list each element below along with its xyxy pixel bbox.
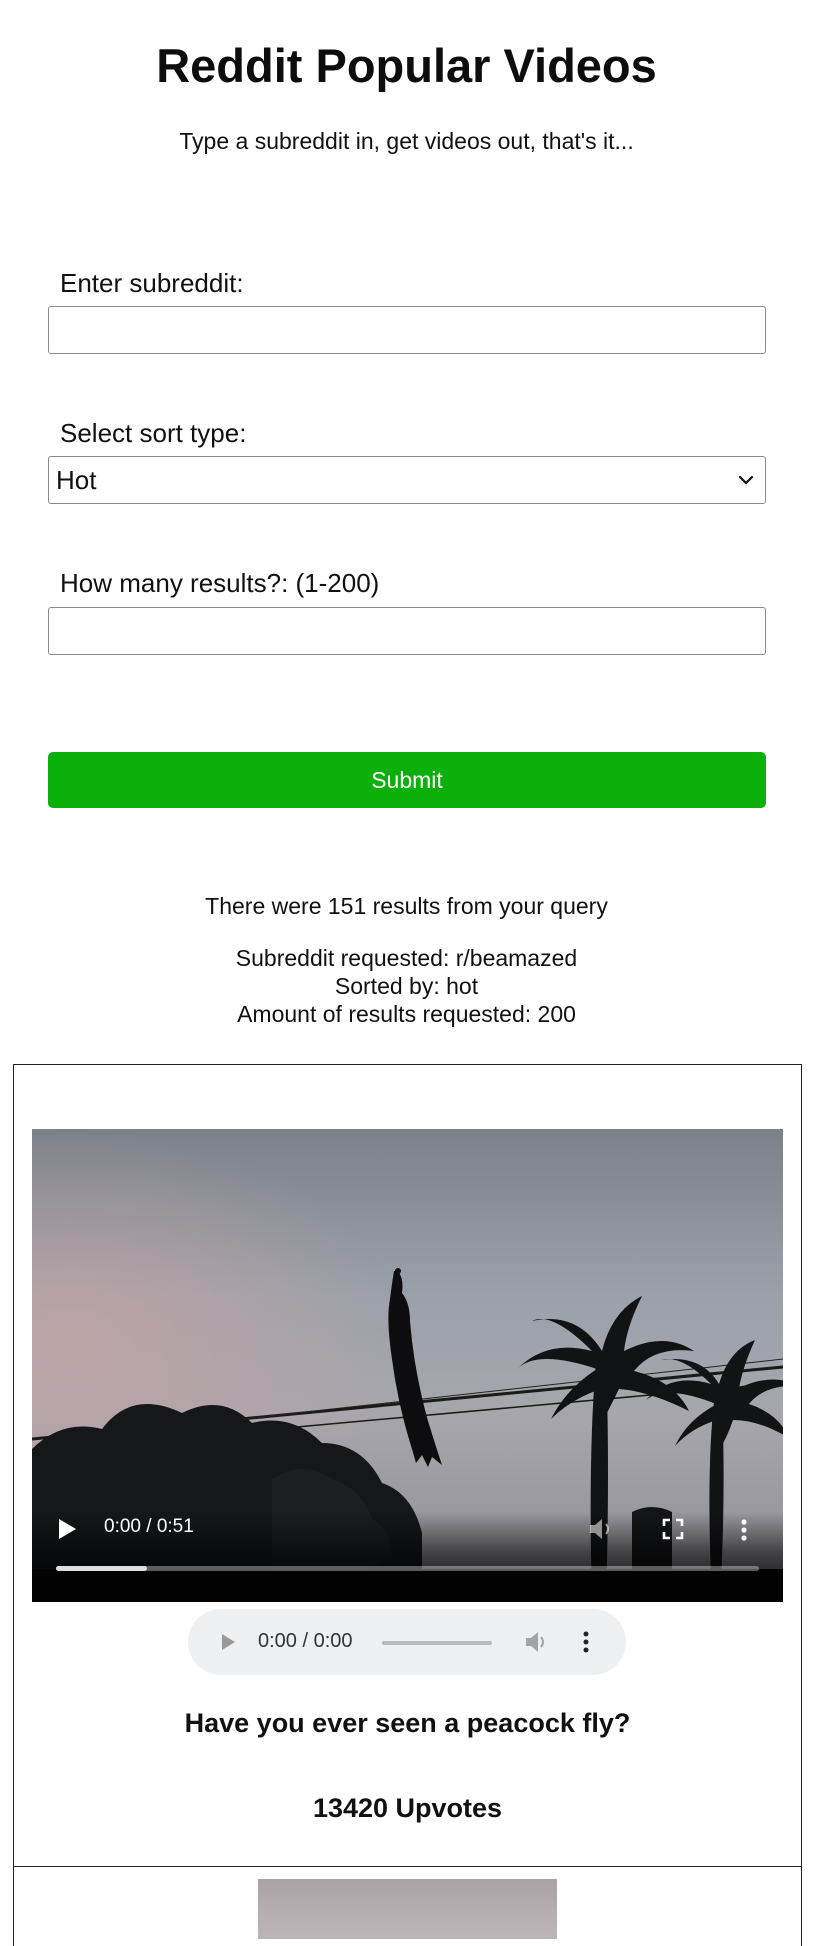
audio-time: 0:00 / 0:00 bbox=[258, 1630, 353, 1652]
query-summary: Subreddit requested: r/beamazed Sorted b… bbox=[0, 944, 813, 1028]
post-title: Have you ever seen a peacock fly? bbox=[184, 1708, 631, 1738]
results-count-label: How many results?: (1-200) bbox=[60, 568, 380, 598]
subreddit-label: Enter subreddit: bbox=[60, 268, 244, 298]
upvote-count: 13420 Upvotes bbox=[312, 1793, 503, 1823]
video-progress-bar[interactable] bbox=[56, 1566, 759, 1571]
sort-type-label: Select sort type: bbox=[60, 418, 247, 448]
results-count-text: There were 151 results from your query bbox=[205, 893, 608, 919]
more-vertical-icon[interactable] bbox=[740, 1518, 748, 1542]
volume-icon[interactable] bbox=[588, 1517, 614, 1541]
audio-player[interactable]: 0:00 / 0:00 bbox=[188, 1609, 626, 1675]
sort-type-select[interactable]: Hot bbox=[48, 456, 766, 504]
subreddit-input[interactable] bbox=[48, 306, 766, 354]
sort-type-selected: Hot bbox=[56, 464, 97, 495]
page-subtitle: Type a subreddit in, get videos out, tha… bbox=[179, 128, 634, 154]
video-progress-fill bbox=[56, 1566, 148, 1571]
page-title: Reddit Popular Videos bbox=[156, 39, 657, 92]
play-icon[interactable] bbox=[56, 1517, 78, 1541]
play-icon[interactable] bbox=[220, 1633, 236, 1651]
page: Reddit Popular Videos Type a subreddit i… bbox=[0, 0, 813, 1946]
video-player[interactable]: 0:00 / 0:51 bbox=[32, 1129, 783, 1602]
sorted-by-text: Sorted by: hot bbox=[334, 973, 479, 999]
video-time: 0:00 / 0:51 bbox=[104, 1516, 194, 1537]
amount-requested-text: Amount of results requested: 200 bbox=[237, 1001, 576, 1027]
subreddit-requested-text: Subreddit requested: r/beamazed bbox=[235, 945, 578, 971]
more-vertical-icon[interactable] bbox=[582, 1631, 590, 1653]
video-thumbnail[interactable] bbox=[258, 1879, 557, 1939]
submit-button[interactable]: Submit bbox=[48, 752, 766, 808]
audio-progress-bar[interactable] bbox=[382, 1641, 492, 1645]
results-count-input[interactable] bbox=[48, 607, 766, 655]
fullscreen-icon[interactable] bbox=[662, 1518, 684, 1540]
volume-icon[interactable] bbox=[525, 1631, 549, 1653]
chevron-down-icon bbox=[738, 475, 754, 485]
